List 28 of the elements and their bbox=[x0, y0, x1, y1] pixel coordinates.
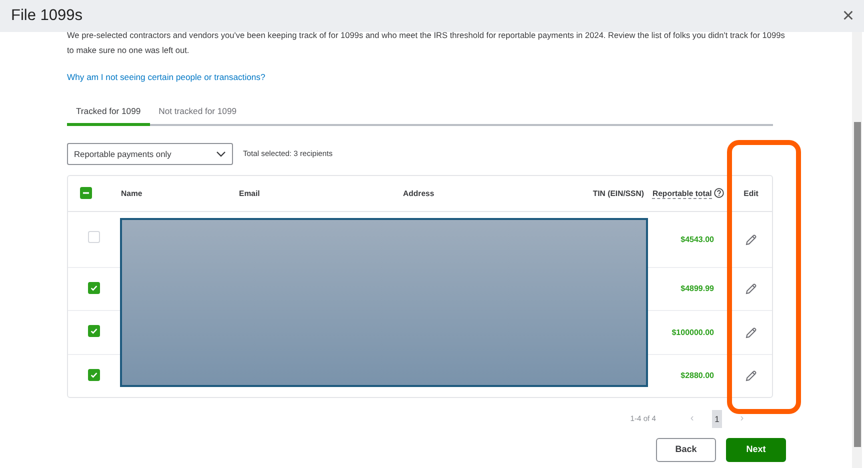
amount-text: $2880.00 bbox=[680, 371, 714, 380]
tab[interactable]: Not tracked for 1099 bbox=[150, 101, 246, 126]
pencil-icon[interactable] bbox=[745, 370, 757, 382]
select-all-checkbox[interactable] bbox=[80, 186, 92, 199]
next-button[interactable]: Next bbox=[726, 438, 786, 462]
help-icon[interactable] bbox=[714, 188, 724, 198]
row-checkbox[interactable] bbox=[88, 368, 100, 381]
check-icon bbox=[90, 370, 98, 379]
pencil-icon[interactable] bbox=[745, 234, 757, 246]
close-button[interactable]: × bbox=[842, 6, 854, 26]
back-button[interactable]: Back bbox=[656, 438, 716, 462]
row-checkbox[interactable] bbox=[88, 282, 100, 294]
check-icon bbox=[90, 284, 98, 292]
filter-dropdown[interactable]: Reportable payments only bbox=[67, 142, 233, 165]
check-icon bbox=[90, 327, 98, 336]
tab[interactable]: Tracked for 1099 bbox=[67, 101, 150, 126]
pencil-icon[interactable] bbox=[745, 326, 757, 339]
scrollbar[interactable] bbox=[852, 32, 862, 468]
window-title: File 1099s bbox=[11, 6, 83, 26]
amount-text: $4899.99 bbox=[680, 284, 714, 294]
amount-text: $4543.00 bbox=[680, 234, 714, 244]
amount-text: $100000.00 bbox=[672, 328, 714, 337]
chevron-down-icon bbox=[216, 150, 226, 157]
help-link[interactable]: Why am I not seeing certain people or transactions? bbox=[67, 71, 266, 84]
pencil-icon[interactable] bbox=[745, 283, 757, 296]
row-checkbox[interactable] bbox=[88, 325, 100, 338]
intro-text: We pre-selected contractors and vendors you've been keeping track of for 1099s and who meet the IRS threshold for reportable payments in 2024. Review the list of folks you didn't track for 1099s to make sure no one was left out. bbox=[67, 32, 786, 57]
page-button[interactable]: 1 bbox=[712, 410, 722, 428]
